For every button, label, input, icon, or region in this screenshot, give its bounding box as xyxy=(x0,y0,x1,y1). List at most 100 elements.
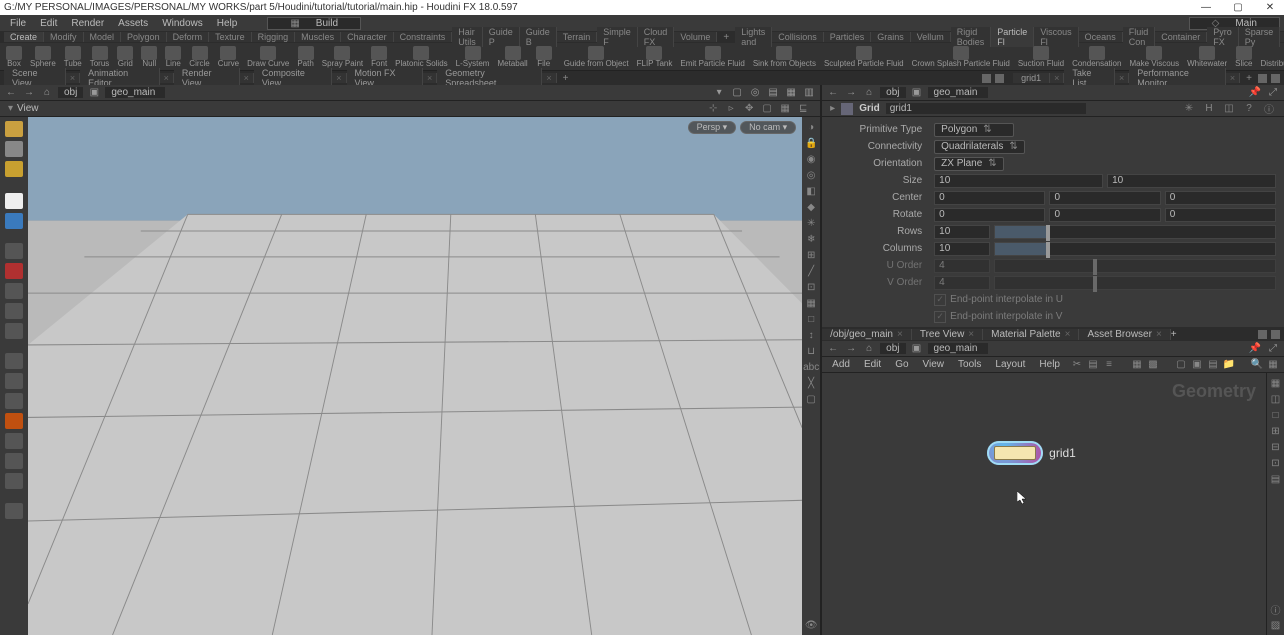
tool-icon[interactable] xyxy=(5,473,23,489)
pane-tab-x[interactable]: × xyxy=(1115,73,1129,83)
cam-nocam-dropdown[interactable]: No cam ▾ xyxy=(740,121,796,134)
shelf-tab[interactable]: Model xyxy=(84,32,122,42)
help-icon[interactable]: ? xyxy=(1242,102,1256,116)
shelf-tab[interactable]: FEM xyxy=(1280,32,1284,42)
center-x-input[interactable]: 0 xyxy=(934,191,1045,205)
expand-icon[interactable]: ⤢ xyxy=(1266,342,1280,356)
tool-icon[interactable] xyxy=(5,373,23,389)
primtype-select[interactable]: Polygon⇅ xyxy=(934,123,1014,137)
shelf-r7[interactable]: Condensation xyxy=(1070,46,1123,68)
shelf-tab[interactable]: Volume xyxy=(674,32,717,42)
tool-icon[interactable] xyxy=(5,263,23,279)
view-opt-icon[interactable]: ⊑ xyxy=(796,102,810,116)
viewport-3d[interactable]: Persp ▾ No cam ▾ xyxy=(28,117,802,635)
menu-help[interactable]: Help xyxy=(211,18,244,29)
shelf-spraypaint[interactable]: Spray Paint xyxy=(320,46,365,68)
tool-arrow-icon[interactable] xyxy=(5,193,23,209)
shelf-tab[interactable]: Collisions xyxy=(772,32,824,42)
shelf-tab[interactable]: Muscles xyxy=(295,32,341,42)
menu-assets[interactable]: Assets xyxy=(112,18,154,29)
shelf-tab[interactable]: Guide B xyxy=(520,27,557,47)
tool-icon[interactable] xyxy=(5,413,23,429)
display-icon[interactable]: ⊞ xyxy=(805,249,817,261)
shelf-drawcurve[interactable]: Draw Curve xyxy=(245,46,291,68)
tool-box-icon[interactable] xyxy=(5,121,23,137)
shelf-r10[interactable]: Slice xyxy=(1233,46,1254,68)
geo-icon[interactable]: ▣ xyxy=(910,86,924,100)
rows-input[interactable]: 10 xyxy=(934,225,990,239)
rotate-z-input[interactable]: 0 xyxy=(1165,208,1276,222)
pane-tab-x[interactable]: × xyxy=(1050,73,1064,83)
display-icon[interactable]: ◉ xyxy=(805,153,817,165)
fwd-button[interactable]: → xyxy=(844,342,858,356)
info-icon[interactable]: ⓘ xyxy=(1262,102,1276,116)
size-y-input[interactable]: 10 xyxy=(1107,174,1276,188)
menu-file[interactable]: File xyxy=(4,18,32,29)
shelf-r0[interactable]: Guide from Object xyxy=(562,46,631,68)
pane-tab-x[interactable]: × xyxy=(423,73,437,83)
shelf-tab[interactable]: Rigging xyxy=(252,32,296,42)
shelf-tab[interactable]: Polygon xyxy=(121,32,167,42)
shelf-tab[interactable]: Oceans xyxy=(1079,32,1123,42)
node-name-input[interactable]: grid1 xyxy=(886,103,1086,114)
shelf-r3[interactable]: Sink from Objects xyxy=(751,46,818,68)
display-icon[interactable]: ◆ xyxy=(805,201,817,213)
shelf-tab[interactable]: Cloud FX xyxy=(638,27,675,47)
shelf-curve[interactable]: Curve xyxy=(216,46,241,68)
display-icon[interactable]: ▢ xyxy=(805,393,817,405)
pane-ctrl-icon[interactable] xyxy=(1258,74,1267,83)
shelf-metaball[interactable]: Metaball xyxy=(495,46,529,68)
shelf-add[interactable]: + xyxy=(717,32,735,43)
display-icon[interactable]: □ xyxy=(805,313,817,325)
menu-windows[interactable]: Windows xyxy=(156,18,209,29)
home-icon[interactable]: ⌂ xyxy=(862,342,876,356)
net-tool-icon[interactable]: ▨ xyxy=(1270,619,1282,631)
back-button[interactable]: ← xyxy=(4,86,18,100)
netmenu-view[interactable]: View xyxy=(917,359,951,370)
shelf-tab[interactable]: Character xyxy=(341,32,394,42)
display-icon[interactable]: ╱ xyxy=(805,265,817,277)
display-icon[interactable]: 👁 xyxy=(805,619,817,631)
shelf-platonic[interactable]: Platonic Solids xyxy=(393,46,449,68)
node-grid1[interactable]: grid1 xyxy=(987,441,1076,465)
cols-slider[interactable] xyxy=(994,242,1276,256)
display-icon[interactable]: ▦ xyxy=(805,297,817,309)
net-opt-icon[interactable]: ▩ xyxy=(1146,358,1160,372)
close-button[interactable]: ✕ xyxy=(1260,2,1280,13)
shelf-r1[interactable]: FLIP Tank xyxy=(635,46,675,68)
menu-edit[interactable]: Edit xyxy=(34,18,63,29)
netmenu-tools[interactable]: Tools xyxy=(952,359,987,370)
back-button[interactable]: ← xyxy=(826,86,840,100)
tool-icon[interactable] xyxy=(5,323,23,339)
menu-render[interactable]: Render xyxy=(65,18,110,29)
size-x-input[interactable]: 10 xyxy=(934,174,1103,188)
pane-tab-x[interactable]: × xyxy=(332,73,346,83)
center-y-input[interactable]: 0 xyxy=(1049,191,1160,205)
shelf-tab[interactable]: Sparse Py xyxy=(1239,27,1281,47)
shelf-font[interactable]: Font xyxy=(369,46,389,68)
shelf-circle[interactable]: Circle xyxy=(187,46,211,68)
connectivity-select[interactable]: Quadrilaterals⇅ xyxy=(934,140,1025,154)
tool-magnet-icon[interactable] xyxy=(5,433,23,449)
shelf-torus[interactable]: Torus xyxy=(88,46,112,68)
shelf-tab[interactable]: Pyro FX xyxy=(1207,27,1239,47)
path-obj[interactable]: obj xyxy=(880,343,905,354)
chevron-icon[interactable]: ▸ xyxy=(830,103,835,114)
net-opt-icon[interactable]: ▣ xyxy=(1190,358,1204,372)
display-icon[interactable]: ❄ xyxy=(805,233,817,245)
shelf-grid[interactable]: Grid xyxy=(115,46,135,68)
pin-icon[interactable]: 📌 xyxy=(1248,342,1262,356)
select-icon[interactable]: ▹ xyxy=(724,102,738,116)
back-button[interactable]: ← xyxy=(826,342,840,356)
shelf-r9[interactable]: Whitewater xyxy=(1185,46,1229,68)
geo-icon[interactable]: ▣ xyxy=(87,86,101,100)
shelf-tab[interactable]: Particle Fl xyxy=(991,27,1034,47)
view-opt-icon[interactable]: ▢ xyxy=(760,102,774,116)
shelf-r8[interactable]: Make Viscous xyxy=(1127,46,1181,68)
shelf-tab[interactable]: Rigid Bodies xyxy=(951,27,992,47)
shelf-path[interactable]: Path xyxy=(295,46,315,68)
viewport-opt-icon[interactable]: ▤ xyxy=(766,86,780,100)
display-icon[interactable]: 🔒 xyxy=(805,137,817,149)
network-tab[interactable]: Tree View× xyxy=(912,329,983,340)
viewport-opt-icon[interactable]: ▦ xyxy=(784,86,798,100)
